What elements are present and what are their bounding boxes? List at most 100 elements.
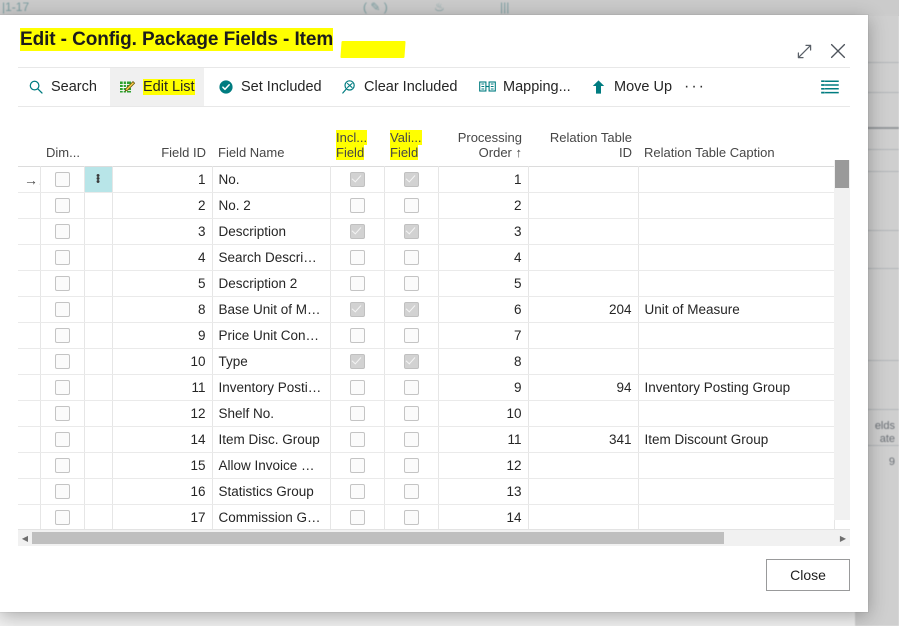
cell-relation-table-id[interactable]: 204 (528, 296, 639, 323)
table-row[interactable]: 14 Item Disc. Group 11 341 Item Discount Gro… (18, 426, 835, 453)
row-options-icon[interactable] (84, 426, 113, 453)
cell-relation-table-id[interactable]: 94 (528, 374, 639, 401)
cell-relation-table-id[interactable] (528, 244, 639, 271)
cell-include-field-checkbox[interactable] (330, 244, 385, 271)
cell-include-field-checkbox[interactable] (330, 270, 385, 297)
cell-relation-table-caption[interactable] (638, 478, 835, 505)
cell-field-id[interactable]: 2 (112, 192, 213, 219)
row-options-icon[interactable] (84, 322, 113, 349)
header-field-name[interactable]: Field Name (212, 112, 330, 167)
cell-field-name[interactable]: Shelf No. (212, 400, 331, 427)
cell-field-id[interactable]: 4 (112, 244, 213, 271)
cell-field-name[interactable]: Type (212, 348, 331, 375)
row-dimension-checkbox[interactable] (40, 322, 85, 349)
table-row[interactable]: 15 Allow Invoice Disc. 12 (18, 452, 835, 479)
header-field-id[interactable]: Field ID (112, 112, 212, 167)
table-row[interactable]: 4 Search Descripti... 4 (18, 244, 835, 271)
cell-field-id[interactable]: 3 (112, 218, 213, 245)
command-search[interactable]: Search (18, 68, 106, 106)
table-row[interactable]: 8 Base Unit of Me... 6 204 Unit of Measure (18, 296, 835, 323)
cell-validate-field-checkbox[interactable] (384, 452, 439, 479)
table-row[interactable]: 17 Commission Gro... 14 (18, 504, 835, 531)
checkbox[interactable] (54, 458, 70, 474)
checkbox[interactable] (349, 510, 365, 526)
checkbox[interactable] (54, 380, 70, 396)
checkbox[interactable] (349, 432, 365, 448)
command-mapping[interactable]: Mapping... (470, 68, 580, 106)
cell-field-name[interactable]: Inventory Postin... (212, 374, 331, 401)
cell-field-id[interactable]: 10 (112, 348, 213, 375)
checkbox[interactable] (403, 484, 419, 500)
cell-relation-table-id[interactable] (528, 166, 639, 193)
row-dimension-checkbox[interactable] (40, 296, 85, 323)
cell-field-id[interactable]: 16 (112, 478, 213, 505)
row-dimension-checkbox[interactable] (40, 348, 85, 375)
checkbox[interactable] (54, 302, 70, 318)
checkbox[interactable] (403, 354, 419, 370)
row-options-icon[interactable] (84, 296, 113, 323)
row-options-icon[interactable] (84, 374, 113, 401)
command-clear-included[interactable]: Clear Included (331, 68, 467, 106)
cell-validate-field-checkbox[interactable] (384, 244, 439, 271)
row-options-icon[interactable]: • • • (84, 166, 113, 193)
cell-processing-order[interactable]: 6 (438, 296, 529, 323)
cell-processing-order[interactable]: 1 (438, 166, 529, 193)
checkbox[interactable] (403, 302, 419, 318)
checkbox[interactable] (349, 276, 365, 292)
cell-include-field-checkbox[interactable] (330, 166, 385, 193)
grid-horizontal-scrollbar-thumb[interactable] (32, 532, 724, 544)
cell-relation-table-caption[interactable] (638, 348, 835, 375)
table-row[interactable]: 12 Shelf No. 10 (18, 400, 835, 427)
cell-validate-field-checkbox[interactable] (384, 478, 439, 505)
cell-include-field-checkbox[interactable] (330, 478, 385, 505)
checkbox[interactable] (349, 484, 365, 500)
scroll-right-icon[interactable]: ▶ (836, 530, 850, 546)
cell-include-field-checkbox[interactable] (330, 374, 385, 401)
checkbox[interactable] (54, 250, 70, 266)
cell-field-name[interactable]: Item Disc. Group (212, 426, 331, 453)
cell-processing-order[interactable]: 14 (438, 504, 529, 531)
cell-relation-table-id[interactable] (528, 504, 639, 531)
row-options-icon[interactable] (84, 244, 113, 271)
cell-processing-order[interactable]: 5 (438, 270, 529, 297)
command-set-included[interactable]: Set Included (208, 68, 331, 106)
table-row[interactable]: → • • • 1 No. 1 (18, 166, 835, 193)
cell-field-name[interactable]: No. (212, 166, 331, 193)
cell-processing-order[interactable]: 13 (438, 478, 529, 505)
row-dimension-checkbox[interactable] (40, 400, 85, 427)
checkbox[interactable] (54, 510, 70, 526)
checkbox[interactable] (54, 172, 70, 188)
checkbox[interactable] (349, 172, 365, 188)
checkbox[interactable] (403, 380, 419, 396)
checkbox[interactable] (403, 406, 419, 422)
row-dimension-checkbox[interactable] (40, 166, 85, 193)
close-button[interactable]: Close (766, 559, 850, 591)
checkbox[interactable] (403, 172, 419, 188)
checkbox[interactable] (54, 354, 70, 370)
header-relation-table-caption[interactable]: Relation Table Caption (638, 112, 834, 167)
row-dimension-checkbox[interactable] (40, 452, 85, 479)
row-dimension-checkbox[interactable] (40, 270, 85, 297)
cell-field-id[interactable]: 1 (112, 166, 213, 193)
cell-field-name[interactable]: Search Descripti... (212, 244, 331, 271)
cell-relation-table-caption[interactable]: Item Discount Group (638, 426, 835, 453)
checkbox[interactable] (54, 224, 70, 240)
cell-relation-table-caption[interactable]: Unit of Measure (638, 296, 835, 323)
cell-include-field-checkbox[interactable] (330, 218, 385, 245)
row-options-icon[interactable] (84, 218, 113, 245)
cell-validate-field-checkbox[interactable] (384, 270, 439, 297)
cell-field-id[interactable]: 14 (112, 426, 213, 453)
checkbox[interactable] (349, 250, 365, 266)
table-row[interactable]: 2 No. 22 (18, 192, 835, 219)
cell-include-field-checkbox[interactable] (330, 426, 385, 453)
cell-field-id[interactable]: 8 (112, 296, 213, 323)
cell-relation-table-caption[interactable] (638, 400, 835, 427)
cell-validate-field-checkbox[interactable] (384, 296, 439, 323)
cell-processing-order[interactable]: 7 (438, 322, 529, 349)
checkbox[interactable] (54, 198, 70, 214)
cell-field-id[interactable]: 5 (112, 270, 213, 297)
cell-validate-field-checkbox[interactable] (384, 166, 439, 193)
grid-vertical-scrollbar-thumb[interactable] (835, 160, 849, 188)
checkbox[interactable] (403, 432, 419, 448)
cell-validate-field-checkbox[interactable] (384, 192, 439, 219)
